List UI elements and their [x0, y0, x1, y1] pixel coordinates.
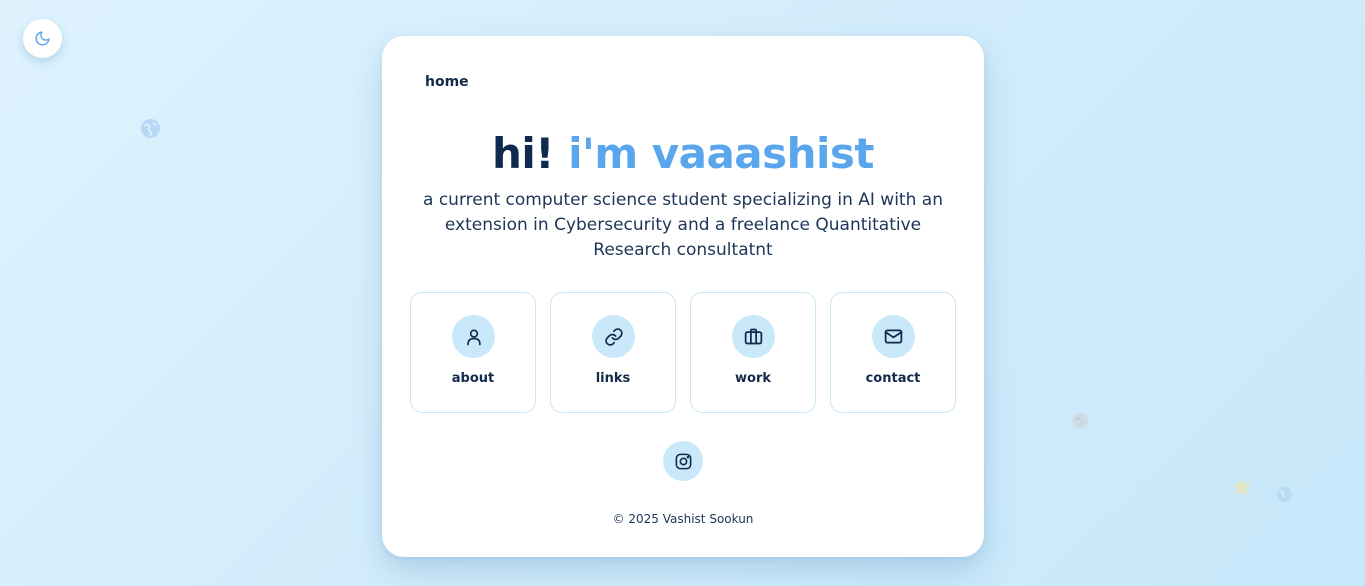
globe-decoration-icon	[141, 119, 160, 138]
tile-label-links: links	[595, 371, 631, 386]
link-icon	[604, 327, 623, 346]
tile-label-about: about	[451, 371, 495, 386]
title-greeting: hi!	[492, 129, 554, 178]
globe-decoration-icon	[1276, 486, 1293, 503]
briefcase-icon	[744, 328, 763, 345]
nav-home-link[interactable]: home	[425, 74, 469, 90]
links-tile-button[interactable]: links	[550, 292, 676, 413]
instagram-link[interactable]	[663, 441, 703, 481]
title-name: i'm vaaashist	[568, 129, 874, 178]
moon-icon	[35, 31, 50, 46]
contact-tile-button[interactable]: contact	[830, 292, 956, 413]
about-tile-button[interactable]: about	[410, 292, 536, 413]
theme-toggle-button[interactable]	[23, 19, 62, 58]
mail-icon	[884, 329, 903, 344]
footer-copyright: © 2025 Vashist Sookun	[612, 512, 754, 526]
moon-decoration-icon	[1072, 412, 1089, 429]
star-decoration-icon	[1232, 477, 1252, 496]
instagram-icon	[675, 453, 691, 469]
nav-tiles: about links work contact	[410, 292, 956, 413]
main-card: home hi! i'm vaaashist a current compute…	[382, 36, 984, 557]
work-tile-button[interactable]: work	[690, 292, 816, 413]
tile-label-work: work	[735, 371, 771, 386]
user-icon	[466, 329, 481, 345]
tile-label-contact: contact	[865, 371, 921, 386]
bio-text: a current computer science student speci…	[423, 190, 943, 260]
page-title: hi! i'm vaaashist	[382, 126, 984, 182]
